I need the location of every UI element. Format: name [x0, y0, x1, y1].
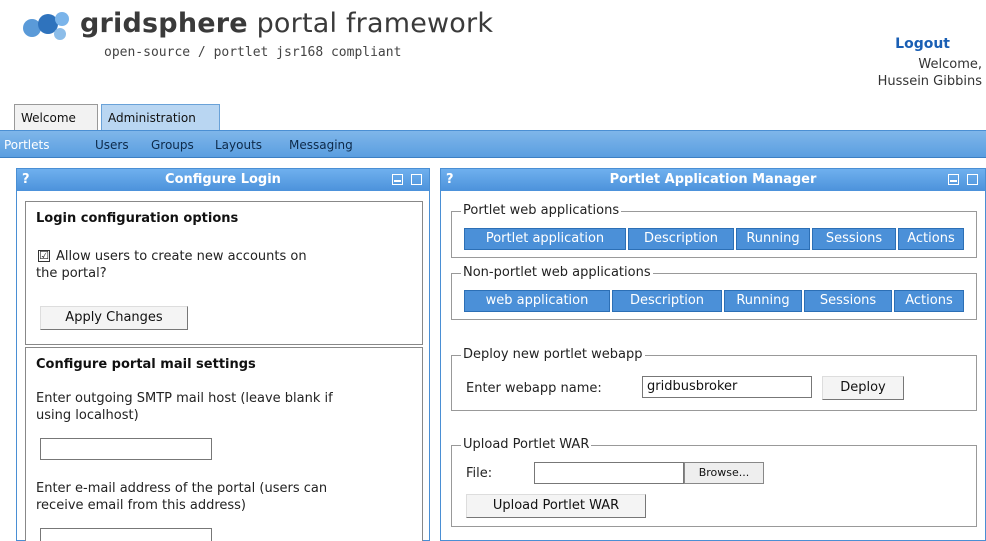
- column-header[interactable]: Sessions: [812, 228, 896, 250]
- minimize-icon[interactable]: [392, 174, 403, 185]
- column-header[interactable]: Portlet application: [464, 228, 626, 250]
- sub-navigation: Portlets Users Groups Layouts Messaging: [0, 130, 986, 158]
- minimize-icon[interactable]: [948, 174, 959, 185]
- apply-changes-button[interactable]: Apply Changes: [40, 306, 188, 330]
- column-header[interactable]: Running: [724, 290, 802, 312]
- subnav-messaging[interactable]: Messaging: [289, 138, 353, 152]
- brand-title-rest: portal framework: [247, 8, 494, 39]
- welcome-message: Welcome, Hussein Gibbins: [878, 56, 982, 90]
- welcome-user-name: Hussein Gibbins: [877, 74, 982, 89]
- subnav-groups[interactable]: Groups: [151, 138, 194, 152]
- portlet-webapps-fieldset: Portlet application Description Running …: [451, 211, 977, 258]
- deploy-button[interactable]: Deploy: [822, 376, 904, 400]
- maximize-icon[interactable]: [411, 174, 422, 185]
- column-header[interactable]: Description: [612, 290, 722, 312]
- fieldset-legend: Portlet web applications: [461, 203, 622, 218]
- portlet-titlebar: ? Configure Login: [17, 169, 429, 191]
- gridsphere-logo-icon: [23, 12, 69, 40]
- configure-login-portlet: ? Configure Login Login configuration op…: [16, 168, 430, 541]
- column-header[interactable]: Running: [736, 228, 810, 250]
- brand-title: gridsphere portal framework: [80, 8, 493, 39]
- smtp-label-line1: Enter outgoing SMTP mail host (leave bla…: [36, 391, 333, 406]
- help-icon[interactable]: ?: [22, 169, 30, 191]
- login-options-section: Login configuration options ☑ Allow user…: [25, 201, 423, 345]
- fieldset-legend: Upload Portlet WAR: [461, 437, 592, 452]
- webapp-name-input[interactable]: gridbusbroker: [642, 376, 812, 398]
- logout-link[interactable]: Logout: [895, 36, 950, 52]
- section-heading: Configure portal mail settings: [36, 357, 256, 372]
- email-label-line1: Enter e-mail address of the portal (user…: [36, 481, 328, 496]
- upload-war-button[interactable]: Upload Portlet WAR: [466, 494, 646, 518]
- brand-subtitle: open-source / portlet jsr168 compliant: [104, 45, 402, 60]
- email-label-line2: receive email from this address): [36, 498, 247, 513]
- subnav-layouts[interactable]: Layouts: [215, 138, 262, 152]
- portlet-title: Configure Login: [165, 172, 281, 187]
- portlet-title: Portlet Application Manager: [609, 172, 817, 187]
- portal-email-input[interactable]: [40, 528, 212, 541]
- portlet-webapps-table-header: Portlet application Description Running …: [464, 228, 976, 250]
- subnav-users[interactable]: Users: [95, 138, 129, 152]
- portal-header: gridsphere portal framework open-source …: [0, 0, 986, 104]
- portlet-titlebar: ? Portlet Application Manager: [441, 169, 985, 191]
- smtp-host-input[interactable]: [40, 438, 212, 460]
- portlet-application-manager: ? Portlet Application Manager Portlet ap…: [440, 168, 986, 541]
- smtp-label-line2: using localhost): [36, 408, 139, 423]
- non-portlet-webapps-table-header: web application Description Running Sess…: [464, 290, 976, 312]
- fieldset-legend: Non-portlet web applications: [461, 265, 653, 280]
- deploy-webapp-fieldset: Enter webapp name: gridbusbroker Deploy: [451, 355, 977, 411]
- checkbox-label-line2: the portal?: [36, 266, 107, 281]
- column-header[interactable]: web application: [464, 290, 610, 312]
- tab-welcome[interactable]: Welcome: [14, 104, 98, 130]
- column-header[interactable]: Description: [628, 228, 734, 250]
- webapp-name-label: Enter webapp name:: [466, 381, 602, 396]
- brand-title-bold: gridsphere: [80, 8, 248, 39]
- mail-settings-section: Configure portal mail settings Enter out…: [25, 347, 423, 541]
- tab-administration[interactable]: Administration: [101, 104, 220, 130]
- maximize-icon[interactable]: [967, 174, 978, 185]
- allow-new-accounts-checkbox[interactable]: ☑: [38, 250, 50, 262]
- section-heading: Login configuration options: [36, 211, 239, 226]
- main-tabs: Welcome Administration: [0, 104, 986, 130]
- help-icon[interactable]: ?: [446, 169, 454, 191]
- file-path-input[interactable]: [534, 462, 684, 484]
- subnav-portlets[interactable]: Portlets: [4, 138, 49, 152]
- checkbox-label-line1: Allow users to create new accounts on: [56, 249, 307, 264]
- column-header[interactable]: Sessions: [804, 290, 892, 312]
- browse-button[interactable]: Browse...: [684, 462, 764, 484]
- upload-war-fieldset: File: Browse... Upload Portlet WAR: [451, 445, 977, 527]
- column-header[interactable]: Actions: [894, 290, 964, 312]
- column-header[interactable]: Actions: [898, 228, 964, 250]
- fieldset-legend: Deploy new portlet webapp: [461, 347, 645, 362]
- welcome-line: Welcome,: [918, 57, 982, 72]
- non-portlet-webapps-fieldset: web application Description Running Sess…: [451, 273, 977, 320]
- file-label: File:: [466, 466, 493, 481]
